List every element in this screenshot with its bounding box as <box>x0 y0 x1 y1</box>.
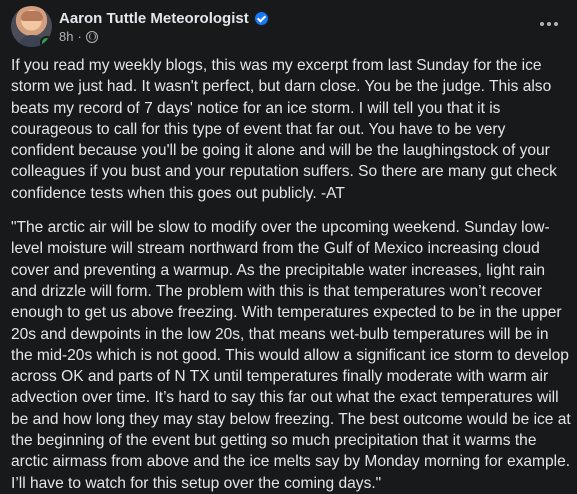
facebook-post: Aaron Tuttle Meteorologist 8h · If you r… <box>0 0 577 492</box>
post-body: If you read my weekly blogs, this was my… <box>11 55 571 494</box>
post-metadata: 8h · <box>59 29 98 44</box>
author-name-link[interactable]: Aaron Tuttle Meteorologist <box>59 10 249 27</box>
more-options-icon <box>547 22 551 26</box>
verified-badge-icon <box>254 12 268 25</box>
online-status-icon <box>40 36 52 47</box>
post-paragraph-commentary: If you read my weekly blogs, this was my… <box>11 57 557 202</box>
post-paragraph-excerpt: "The arctic air will be slow to modify o… <box>11 219 571 492</box>
author-name-row: Aaron Tuttle Meteorologist <box>59 10 268 27</box>
avatar-hair-shape <box>21 11 43 21</box>
metadata-separator: · <box>77 29 82 44</box>
more-options-button[interactable] <box>537 12 561 36</box>
globe-icon[interactable] <box>85 30 98 43</box>
more-options-icon <box>554 22 558 26</box>
more-options-icon <box>540 22 544 26</box>
post-header: Aaron Tuttle Meteorologist 8h · <box>11 6 567 50</box>
author-avatar[interactable] <box>11 6 52 47</box>
post-time-link[interactable]: 8h <box>59 29 73 44</box>
